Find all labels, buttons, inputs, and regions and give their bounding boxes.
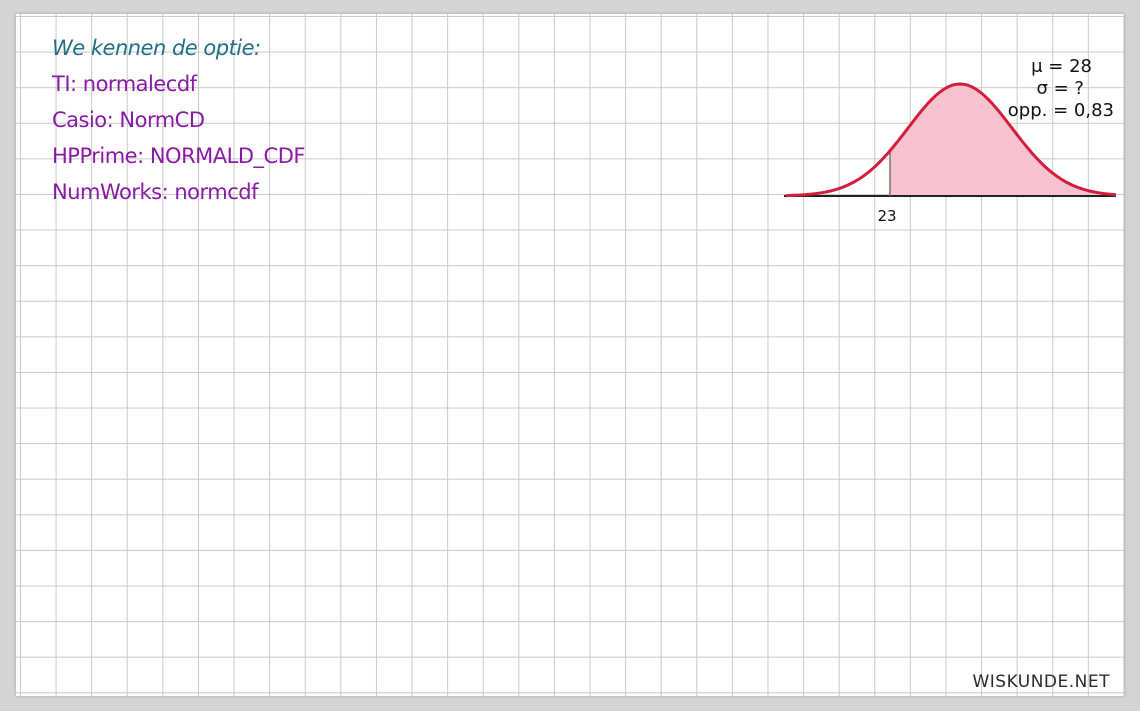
brand-watermark: WISKUNDE.NET — [972, 672, 1110, 692]
area-value: opp. = 0,83 — [1007, 100, 1114, 121]
note-casio: Casio: NormCD — [52, 108, 205, 132]
note-ti: TI: normalecdf — [52, 72, 197, 96]
handwritten-notes: We kennen de optie: TI: normalecdf Casio… — [52, 30, 305, 210]
notes-title: We kennen de optie: — [52, 36, 261, 60]
sigma-value: σ = ? — [1036, 78, 1085, 99]
note-hpprime: HPPrime: NORMALD_CDF — [52, 144, 305, 168]
boundary-label: 23 — [877, 207, 896, 225]
grid-whiteboard: We kennen de optie: TI: normalecdf Casio… — [16, 14, 1124, 696]
mu-value: μ = 28 — [1031, 56, 1092, 77]
note-numworks: NumWorks: normcdf — [52, 180, 258, 204]
parameter-notes: μ = 28 σ = ? opp. = 0,83 — [1008, 56, 1114, 122]
video-frame: We kennen de optie: TI: normalecdf Casio… — [0, 0, 1140, 711]
